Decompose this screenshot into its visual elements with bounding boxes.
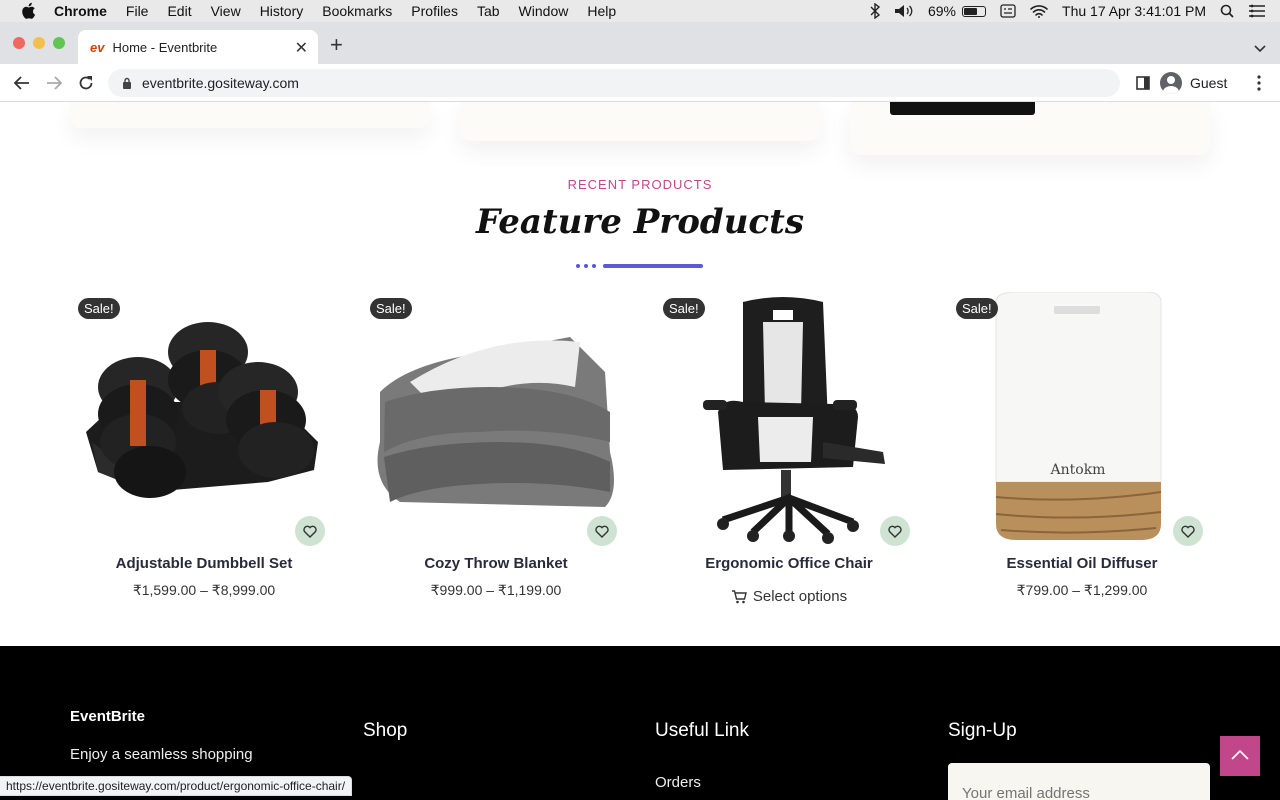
address-bar[interactable]: eventbrite.gositeway.com (108, 69, 1120, 97)
menu-window[interactable]: Window (519, 3, 569, 19)
product-card[interactable]: Sale! Adjustable Dumbbell Set ₹1,599.00 … (78, 292, 330, 612)
tab-title: Home - Eventbrite (112, 39, 218, 55)
clock-datetime[interactable]: Thu 17 Apr 3:41:01 PM (1062, 3, 1206, 19)
eventbrite-favicon-icon: ev (90, 39, 105, 55)
product-name[interactable]: Essential Oil Diffuser (956, 555, 1208, 572)
footer-useful-title: Useful Link (655, 720, 749, 741)
menu-bookmarks[interactable]: Bookmarks (322, 3, 392, 19)
product-price: ₹1,599.00 – ₹8,999.00 (132, 582, 276, 598)
control-center-icon[interactable] (1248, 4, 1266, 18)
product-price: ₹799.00 – ₹1,299.00 (1016, 582, 1148, 598)
menu-profiles[interactable]: Profiles (411, 3, 458, 19)
section-eyebrow: RECENT PRODUCTS (567, 177, 713, 192)
browser-toolbar: eventbrite.gositeway.com Guest (0, 64, 1280, 102)
office-chair-image[interactable] (663, 292, 915, 544)
product-name[interactable]: Ergonomic Office Chair (663, 555, 915, 572)
card-cta-button[interactable] (890, 102, 1035, 115)
cart-icon (731, 589, 747, 604)
forward-arrow-icon[interactable] (44, 73, 64, 93)
product-price: ₹999.00 – ₹1,199.00 (430, 582, 562, 598)
volume-icon[interactable] (894, 4, 914, 18)
select-options-label: Select options (752, 588, 848, 605)
scroll-to-top-button[interactable] (1220, 736, 1260, 776)
product-card[interactable]: Sale! Cozy Throw Blanket ₹999.00 – ₹1,19… (370, 292, 622, 612)
blanket-image[interactable] (370, 292, 622, 544)
profile-label: Guest (1190, 75, 1228, 91)
apple-icon[interactable] (20, 2, 38, 20)
battery-percent[interactable]: 69% (928, 3, 956, 19)
product-card[interactable]: Antokm Sale! Essential Oil Diffuser ₹799… (956, 291, 1208, 612)
input-menu-icon[interactable] (1000, 4, 1016, 18)
wifi-icon[interactable] (1030, 4, 1048, 18)
wishlist-heart-icon[interactable] (587, 516, 617, 546)
tab-search-chevron-icon[interactable] (1254, 40, 1266, 58)
url-text[interactable]: eventbrite.gositeway.com (142, 75, 299, 91)
footer-shop-title: Shop (363, 720, 408, 741)
feature-card-2 (460, 102, 820, 141)
sale-badge: Sale! (663, 298, 705, 319)
diffuser-image[interactable]: Antokm (956, 291, 1208, 544)
sale-badge: Sale! (370, 298, 412, 319)
dumbbell-image[interactable] (78, 292, 330, 544)
menu-tab[interactable]: Tab (477, 3, 500, 19)
footer-link-orders[interactable]: Orders (655, 774, 701, 791)
sale-badge: Sale! (956, 298, 998, 319)
chevron-up-icon (1231, 747, 1249, 765)
wishlist-heart-icon[interactable] (880, 516, 910, 546)
reload-icon[interactable] (76, 73, 96, 93)
battery-icon[interactable] (962, 5, 987, 17)
wishlist-heart-icon[interactable] (295, 516, 325, 546)
svg-text:Antokm: Antokm (1050, 462, 1106, 478)
new-tab-icon[interactable]: + (330, 34, 343, 56)
newsletter-email-input[interactable] (948, 763, 1210, 800)
web-page: RECENT PRODUCTS Feature Products Sale! A… (0, 102, 1280, 800)
menu-history[interactable]: History (260, 3, 304, 19)
menu-app-name[interactable]: Chrome (54, 3, 107, 19)
sale-badge: Sale! (78, 298, 120, 319)
select-options-button[interactable]: Select options (663, 588, 915, 605)
tab-close-icon[interactable]: ✕ (295, 38, 308, 58)
spotlight-search-icon[interactable] (1220, 4, 1234, 18)
bluetooth-icon[interactable] (870, 3, 880, 19)
window-minimize-button[interactable] (33, 37, 45, 49)
product-name[interactable]: Adjustable Dumbbell Set (78, 555, 330, 572)
lock-icon[interactable] (122, 77, 132, 89)
footer-signup-title: Sign-Up (948, 720, 1017, 741)
window-close-button[interactable] (13, 37, 25, 49)
product-card[interactable]: Sale! Ergonomic Office Chair Select opti… (663, 292, 915, 612)
chrome-menu-kebab-icon[interactable] (1249, 73, 1269, 93)
title-divider (576, 263, 706, 269)
menu-view[interactable]: View (211, 3, 241, 19)
section-title: Feature Products (476, 202, 804, 242)
wishlist-heart-icon[interactable] (1173, 516, 1203, 546)
guest-avatar-icon (1160, 72, 1182, 94)
menu-file[interactable]: File (126, 3, 149, 19)
product-name[interactable]: Cozy Throw Blanket (370, 555, 622, 572)
back-arrow-icon[interactable] (12, 73, 32, 93)
menu-help[interactable]: Help (587, 3, 616, 19)
footer-description: Enjoy a seamless shopping (70, 746, 253, 763)
profile-button[interactable]: Guest (1160, 69, 1227, 97)
window-zoom-button[interactable] (53, 37, 65, 49)
footer-brand: EventBrite (70, 708, 146, 725)
feature-card-1 (70, 102, 430, 128)
macos-menu-bar: Chrome File Edit View History Bookmarks … (0, 0, 1280, 22)
active-tab[interactable]: ev Home - Eventbrite ✕ (78, 30, 318, 64)
link-status-bar: https://eventbrite.gositeway.com/product… (0, 776, 353, 796)
menu-edit[interactable]: Edit (167, 3, 191, 19)
chrome-tab-strip: ev Home - Eventbrite ✕ + (0, 22, 1280, 64)
side-panel-icon[interactable] (1133, 73, 1153, 93)
